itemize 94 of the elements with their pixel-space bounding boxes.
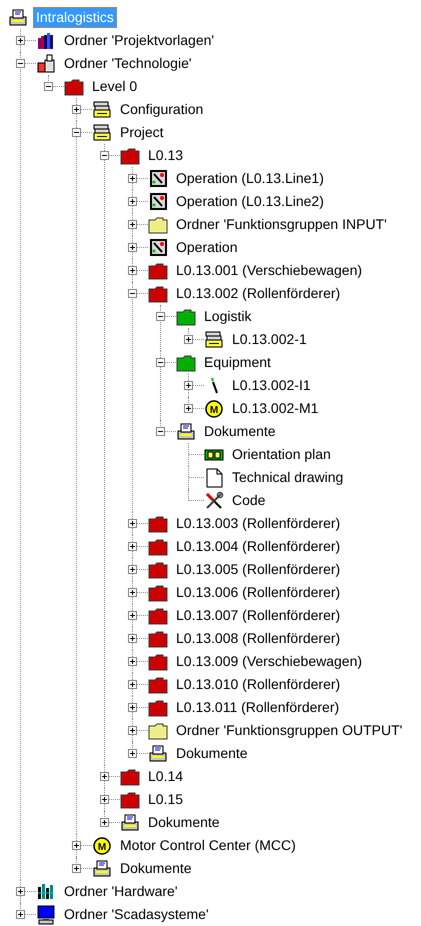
stack-icon bbox=[92, 100, 112, 120]
tree-item[interactable]: Operation bbox=[173, 237, 240, 258]
tree-item[interactable]: Motor Control Center (MCC) bbox=[117, 835, 299, 856]
expand-button[interactable] bbox=[100, 818, 109, 827]
expand-button[interactable] bbox=[128, 565, 137, 574]
expand-button[interactable] bbox=[128, 542, 137, 551]
tree-item[interactable]: Ordner 'Funktionsgruppen INPUT' bbox=[173, 214, 390, 235]
tree-item[interactable]: Ordner 'Projektvorlagen' bbox=[61, 30, 218, 51]
tree-item[interactable]: Dokumente bbox=[173, 743, 251, 764]
tree-item[interactable]: Configuration bbox=[117, 99, 206, 120]
building-icon bbox=[36, 54, 56, 74]
tree-item[interactable]: Logistik bbox=[201, 306, 254, 327]
stack-icon bbox=[92, 122, 112, 142]
tree-item[interactable]: L0.13.005 (Rollenförderer) bbox=[173, 559, 344, 580]
tree-item[interactable]: Dokumente bbox=[117, 858, 195, 879]
books-icon bbox=[36, 30, 56, 50]
tree-item[interactable]: L0.13.006 (Rollenförderer) bbox=[173, 582, 344, 603]
tools-icon bbox=[204, 490, 224, 510]
bars-icon bbox=[36, 882, 56, 902]
tree-item[interactable]: Dokumente bbox=[145, 812, 223, 833]
expand-button[interactable] bbox=[128, 611, 137, 620]
expand-button[interactable] bbox=[128, 726, 137, 735]
expand-button[interactable] bbox=[128, 588, 137, 597]
motor-icon: M bbox=[204, 398, 224, 418]
tree-item[interactable]: L0.13.007 (Rollenförderer) bbox=[173, 605, 344, 626]
printer-icon bbox=[120, 812, 140, 832]
expand-button[interactable] bbox=[100, 772, 109, 781]
computer-icon bbox=[36, 904, 56, 924]
collapse-button[interactable] bbox=[72, 128, 81, 137]
tree-item[interactable]: L0.13.009 (Verschiebewagen) bbox=[173, 651, 366, 672]
tree-item[interactable]: Equipment bbox=[201, 352, 274, 373]
panel-icon bbox=[148, 192, 168, 212]
stack-icon bbox=[204, 330, 224, 350]
expand-button[interactable] bbox=[128, 680, 137, 689]
tree-item[interactable]: Code bbox=[229, 490, 268, 511]
tree-item[interactable]: L0.13.008 (Rollenförderer) bbox=[173, 628, 344, 649]
tree-item[interactable]: L0.13.002-M1 bbox=[229, 398, 322, 419]
expand-button[interactable] bbox=[184, 335, 193, 344]
page-icon bbox=[204, 468, 224, 488]
panel-icon bbox=[148, 168, 168, 188]
collapse-button[interactable] bbox=[156, 427, 165, 436]
tree-item[interactable]: Dokumente bbox=[201, 421, 279, 442]
expand-button[interactable] bbox=[128, 266, 137, 275]
motor-icon: M bbox=[92, 836, 112, 856]
expand-button[interactable] bbox=[128, 519, 137, 528]
tree-item[interactable]: Ordner 'Funktionsgruppen OUTPUT' bbox=[173, 720, 406, 741]
collapse-button[interactable] bbox=[156, 358, 165, 367]
expand-button[interactable] bbox=[16, 36, 25, 45]
expand-button[interactable] bbox=[184, 381, 193, 390]
expand-button[interactable] bbox=[16, 910, 25, 919]
expand-button[interactable] bbox=[16, 887, 25, 896]
printer-icon bbox=[176, 422, 196, 442]
tree-item[interactable]: L0.13.003 (Rollenförderer) bbox=[173, 513, 344, 534]
expand-button[interactable] bbox=[72, 864, 81, 873]
expand-button[interactable] bbox=[128, 243, 137, 252]
tree-item[interactable]: L0.13.001 (Verschiebewagen) bbox=[173, 260, 366, 281]
tree-item[interactable]: L0.13.010 (Rollenförderer) bbox=[173, 674, 344, 695]
printer-icon bbox=[92, 858, 112, 878]
tree-item[interactable]: L0.14 bbox=[145, 766, 186, 787]
tree-item[interactable]: L0.15 bbox=[145, 789, 186, 810]
tree-item[interactable]: L0.13.002 (Rollenförderer) bbox=[173, 283, 344, 304]
printer-icon bbox=[8, 8, 28, 28]
expand-button[interactable] bbox=[128, 749, 137, 758]
tree-item[interactable]: L0.13.004 (Rollenförderer) bbox=[173, 536, 344, 557]
collapse-button[interactable] bbox=[128, 289, 137, 298]
tree-item[interactable]: L0.13.002-1 bbox=[229, 329, 310, 350]
collapse-button[interactable] bbox=[44, 82, 53, 91]
tree-item[interactable]: Ordner 'Technologie' bbox=[61, 53, 195, 74]
expand-button[interactable] bbox=[128, 220, 137, 229]
collapse-button[interactable] bbox=[100, 151, 109, 160]
tree-item[interactable]: Operation (L0.13.Line1) bbox=[173, 168, 327, 189]
expand-button[interactable] bbox=[128, 703, 137, 712]
panel-icon bbox=[148, 238, 168, 258]
tree-item[interactable]: Technical drawing bbox=[229, 467, 346, 488]
expand-button[interactable] bbox=[128, 174, 137, 183]
expand-button[interactable] bbox=[100, 795, 109, 804]
expand-button[interactable] bbox=[72, 841, 81, 850]
collapse-button[interactable] bbox=[16, 59, 25, 68]
expand-button[interactable] bbox=[128, 197, 137, 206]
collapse-button[interactable] bbox=[156, 312, 165, 321]
tree-item[interactable]: L0.13 bbox=[145, 145, 186, 166]
expand-button[interactable] bbox=[72, 105, 81, 114]
tree-item[interactable]: Level 0 bbox=[89, 76, 140, 97]
tree-item[interactable]: L0.13.011 (Rollenförderer) bbox=[173, 697, 342, 718]
expand-button[interactable] bbox=[128, 634, 137, 643]
tree-item[interactable]: Operation (L0.13.Line2) bbox=[173, 191, 327, 212]
expand-button[interactable] bbox=[128, 657, 137, 666]
tree-item[interactable]: Ordner 'Hardware' bbox=[61, 881, 180, 902]
tree-item[interactable]: Project bbox=[117, 122, 167, 143]
expand-button[interactable] bbox=[184, 404, 193, 413]
tree-item[interactable]: Ordner 'Scadasysteme' bbox=[61, 904, 212, 925]
tree-item[interactable]: L0.13.002-I1 bbox=[229, 375, 314, 396]
tree-item[interactable]: Orientation plan bbox=[229, 444, 334, 465]
printer-icon bbox=[148, 744, 168, 764]
